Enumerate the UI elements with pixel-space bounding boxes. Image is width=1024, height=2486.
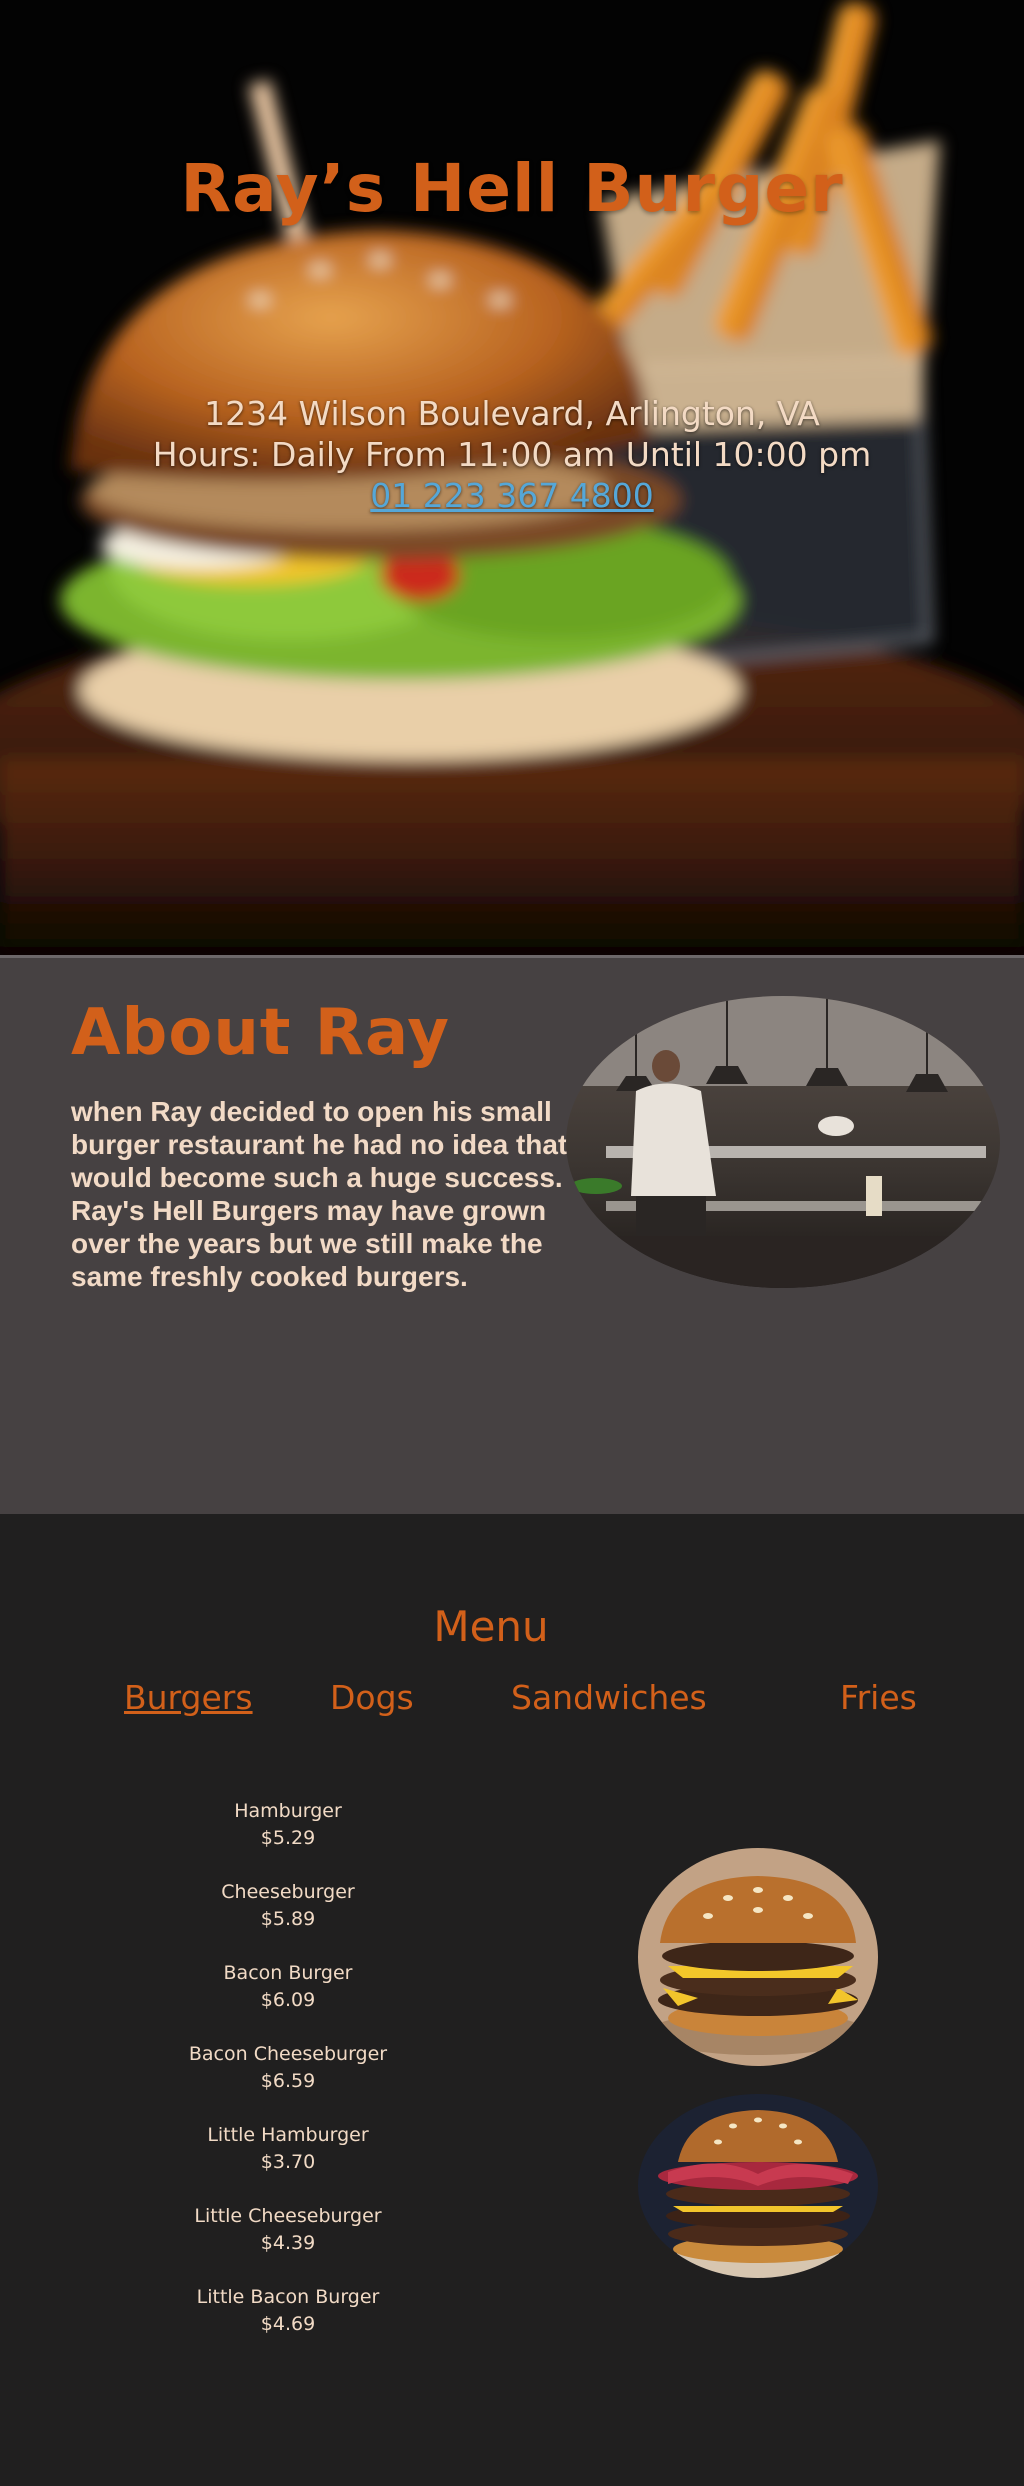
kitchen-image <box>566 996 1000 1288</box>
menu-item: Hamburger $5.29 <box>188 1798 388 1879</box>
menu-item: Cheeseburger $5.89 <box>188 1879 388 1960</box>
bacon-burger-image <box>638 2094 878 2278</box>
menu-item-price: $6.59 <box>260 2070 316 2092</box>
restaurant-title: Ray’s Hell Burger <box>180 150 844 227</box>
menu-item: Little Cheeseburger $4.39 <box>188 2203 388 2284</box>
menu-title: Menu <box>433 1602 549 1651</box>
menu-item: Little Hamburger $3.70 <box>188 2122 388 2203</box>
menu-item-list: Hamburger $5.29 Cheeseburger $5.89 Bacon… <box>188 1798 388 2365</box>
menu-item-price: $4.69 <box>260 2313 316 2335</box>
about-text: when Ray decided to open his small burge… <box>71 1096 593 1292</box>
menu-item-price: $4.39 <box>260 2232 316 2254</box>
menu-item-price: $5.29 <box>260 1827 316 1849</box>
menu-item: Little Bacon Burger $4.69 <box>188 2284 388 2365</box>
menu-item-price: $3.70 <box>260 2151 316 2173</box>
tab-fries[interactable]: Fries <box>840 1678 917 1717</box>
menu-section: Menu Burgers Dogs Sandwiches Fries Hambu… <box>0 1514 1024 2486</box>
tab-dogs[interactable]: Dogs <box>330 1678 414 1717</box>
address-text: 1234 Wilson Boulevard, Arlington, VA <box>204 394 820 433</box>
phone-link[interactable]: 01 223 367 4800 <box>370 476 653 515</box>
menu-item-name: Little Cheeseburger <box>194 2205 382 2227</box>
menu-item: Bacon Burger $6.09 <box>188 1960 388 2041</box>
hero-section: Ray’s Hell Burger 1234 Wilson Boulevard,… <box>0 0 1024 955</box>
tab-burgers[interactable]: Burgers <box>124 1678 253 1717</box>
cheeseburger-image <box>638 1848 878 2066</box>
menu-item-name: Bacon Cheeseburger <box>188 2043 388 2065</box>
menu-item-price: $5.89 <box>260 1908 316 1930</box>
menu-item-name: Little Hamburger <box>207 2124 369 2146</box>
menu-item: Bacon Cheeseburger $6.59 <box>188 2041 388 2122</box>
restaurant-info: 1234 Wilson Boulevard, Arlington, VA Hou… <box>0 393 1024 516</box>
menu-item-name: Hamburger <box>234 1800 342 1822</box>
menu-item-price: $6.09 <box>260 1989 316 2011</box>
menu-item-name: Bacon Burger <box>223 1962 353 1984</box>
menu-item-name: Cheeseburger <box>221 1881 355 1903</box>
hours-text: Hours: Daily From 11:00 am Until 10:00 p… <box>152 435 872 474</box>
about-section: About Ray when Ray decided to open his s… <box>0 955 1024 1514</box>
about-title: About Ray <box>71 996 450 1070</box>
menu-item-name: Little Bacon Burger <box>196 2286 380 2308</box>
tab-sandwiches[interactable]: Sandwiches <box>511 1678 707 1717</box>
